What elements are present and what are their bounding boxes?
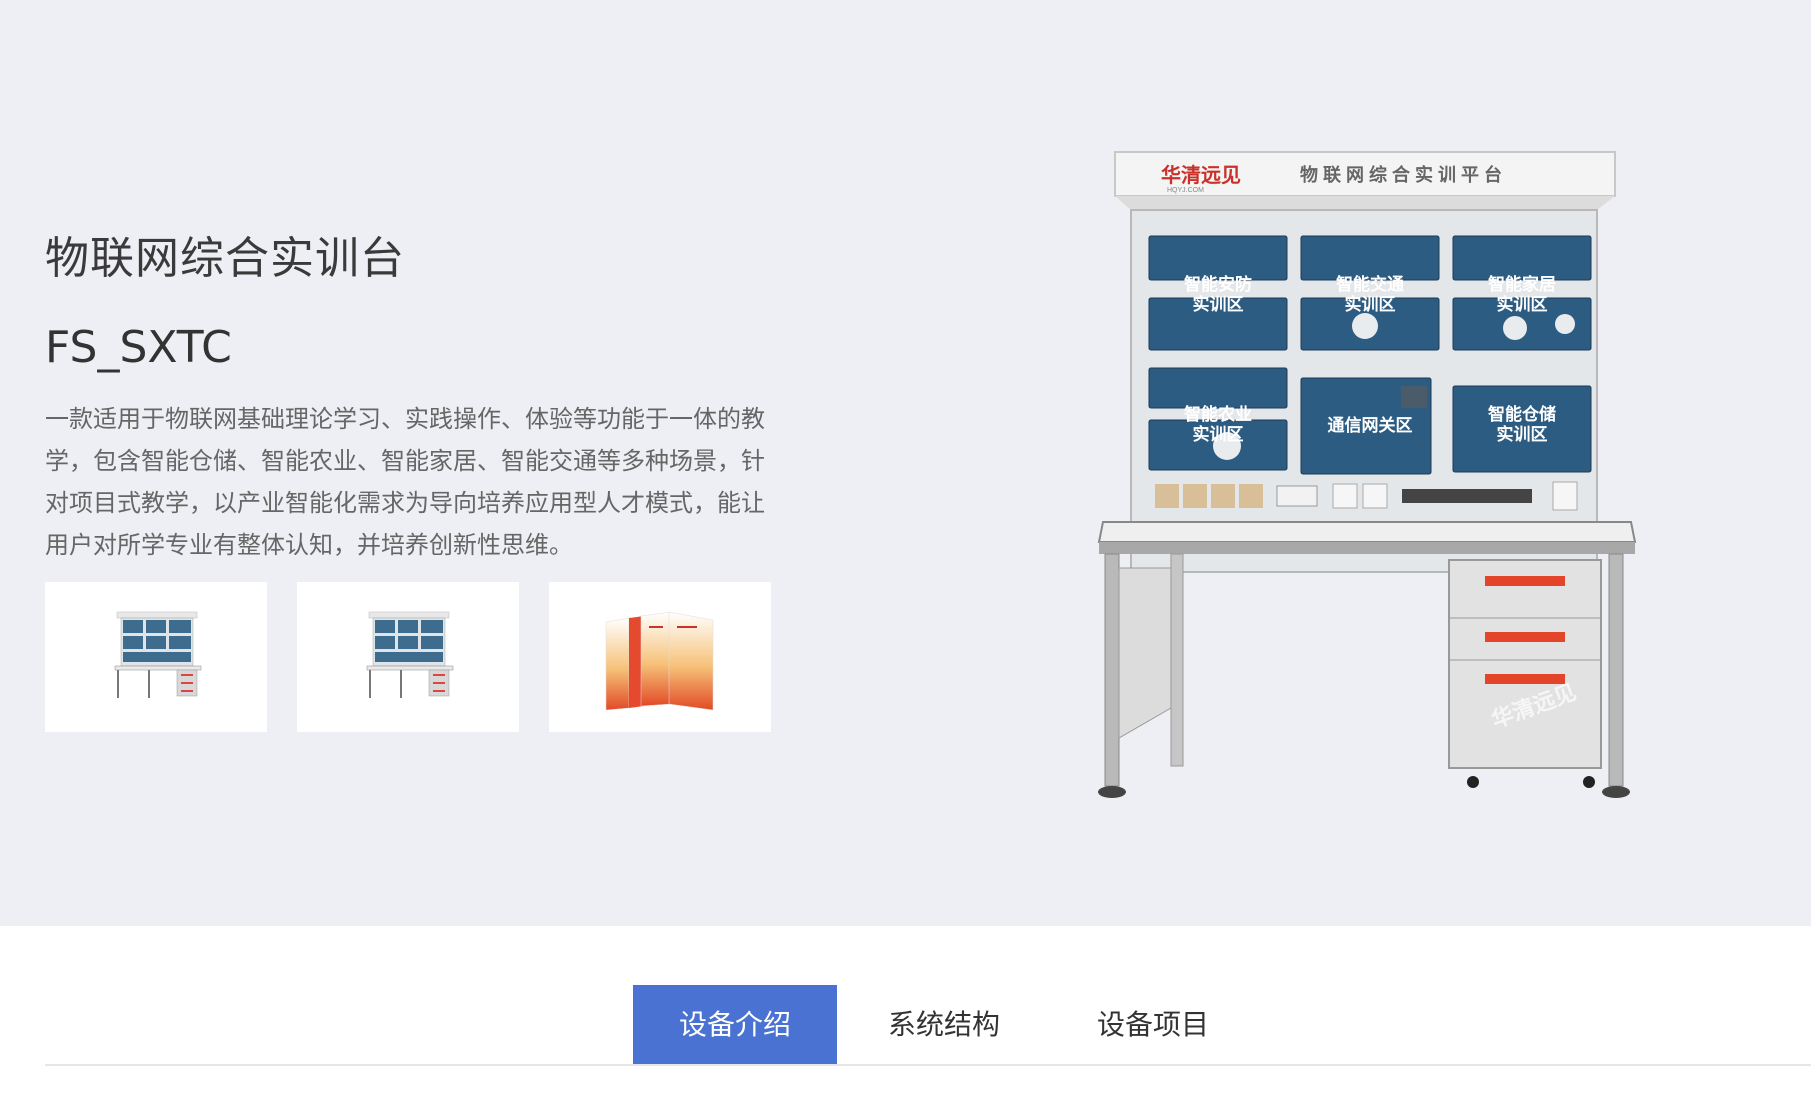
- tab-device-projects[interactable]: 设备项目: [1051, 985, 1255, 1064]
- svg-text:实训区: 实训区: [1497, 294, 1548, 314]
- product-model: FS_SXTC: [45, 322, 232, 373]
- thumbnail-manual-books[interactable]: [549, 582, 771, 732]
- product-title: 物联网综合实训台: [45, 233, 405, 284]
- workbench-thumbnail-image: [114, 611, 202, 698]
- platform-title: 物 联 网 综 合 实 训 平 台: [1300, 164, 1502, 185]
- product-description: 一款适用于物联网基础理论学习、实践操作、体验等功能于一体的教学，包含智能仓储、智…: [45, 405, 765, 559]
- product-hero: 物联网综合实训台 FS_SXTC 一款适用于物联网基础理论学习、实践操作、体验等…: [0, 0, 1811, 926]
- svg-text:实训区: 实训区: [1193, 294, 1244, 314]
- tabs-divider: [45, 1064, 1811, 1066]
- workbench-thumbnail-image: [366, 611, 454, 698]
- zone-label-traffic: 智能交通: [1336, 274, 1404, 294]
- brand-logo-text: 华清远见: [1161, 163, 1241, 187]
- detail-tabs: 设备介绍 系统结构 设备项目: [0, 985, 1811, 1065]
- zone-label-agriculture: 智能农业: [1184, 404, 1252, 424]
- svg-text:实训区: 实训区: [1193, 424, 1244, 444]
- thumbnail-workbench-side[interactable]: [297, 582, 519, 732]
- brand-logo-subtext: HQYJ.COM: [1167, 187, 1204, 194]
- manual-books-image: [605, 611, 714, 711]
- zone-label-warehouse: 智能仓储: [1488, 404, 1556, 424]
- zone-label-home: 智能家居: [1488, 274, 1556, 294]
- svg-text:实训区: 实训区: [1345, 294, 1396, 314]
- tab-device-intro[interactable]: 设备介绍: [633, 985, 837, 1064]
- svg-text:实训区: 实训区: [1497, 424, 1548, 444]
- tab-system-structure[interactable]: 系统结构: [842, 985, 1046, 1064]
- zone-label-security: 智能安防: [1184, 274, 1252, 294]
- workbench-main-image: 华清远见 HQYJ.COM 物 联 网 综 合 实 训 平 台 智能安防 实训区…: [1097, 151, 1637, 798]
- thumbnail-workbench-front[interactable]: [45, 582, 267, 732]
- product-main-image: 华清远见 HQYJ.COM 物 联 网 综 合 实 训 平 台 智能安防 实训区…: [1075, 148, 1675, 808]
- zone-label-gateway: 通信网关区: [1328, 415, 1413, 435]
